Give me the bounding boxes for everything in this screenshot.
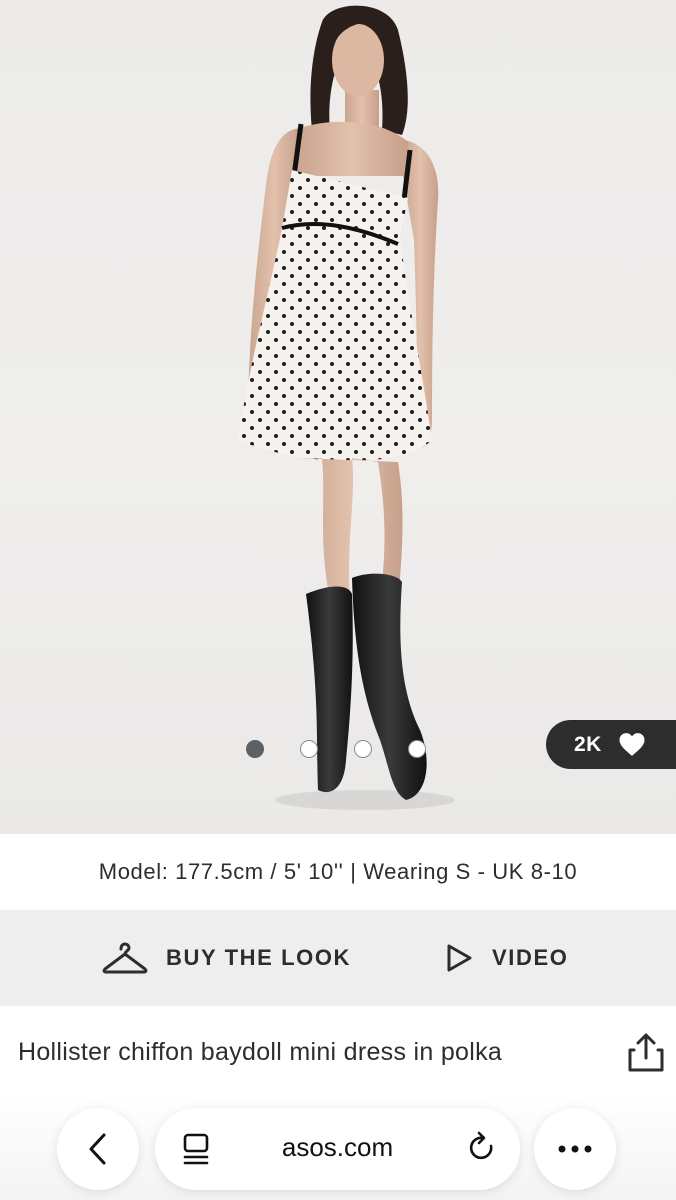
product-photo-model: [238, 5, 455, 810]
chevron-left-icon: [89, 1133, 106, 1165]
back-button[interactable]: [57, 1108, 139, 1190]
carousel-dot[interactable]: [354, 740, 372, 758]
buy-the-look-label: BUY THE LOOK: [166, 945, 352, 970]
more-icon: [558, 1145, 592, 1153]
product-title-row: Hollister chiffon baydoll mini dress in …: [0, 1006, 676, 1106]
heart-icon: [619, 733, 645, 756]
share-icon[interactable]: [626, 1032, 666, 1074]
video-label: VIDEO: [492, 945, 569, 970]
play-icon: [447, 944, 472, 972]
save-for-later-button[interactable]: 2K: [546, 720, 676, 769]
hanger-icon: [102, 942, 148, 974]
carousel-dot[interactable]: [408, 740, 426, 758]
browser-toolbar: asos.com: [0, 1096, 676, 1200]
address-bar[interactable]: asos.com: [155, 1108, 520, 1190]
image-carousel-indicator: [246, 740, 426, 758]
buy-the-look-button[interactable]: BUY THE LOOK: [102, 910, 351, 1006]
product-title: Hollister chiffon baydoll mini dress in …: [18, 1038, 503, 1066]
reload-icon[interactable]: [467, 1131, 497, 1165]
carousel-dot[interactable]: [246, 740, 264, 758]
video-button[interactable]: VIDEO: [444, 910, 568, 1006]
more-options-button[interactable]: [534, 1108, 616, 1190]
model-size-info: Model: 177.5cm / 5' 10'' | Wearing S - U…: [0, 834, 676, 910]
carousel-dot[interactable]: [300, 740, 318, 758]
product-image[interactable]: 2K: [0, 0, 676, 834]
saves-count: 2K: [574, 732, 602, 756]
url-text: asos.com: [281, 1132, 394, 1162]
media-actions-bar: BUY THE LOOK VIDEO: [0, 910, 676, 1006]
